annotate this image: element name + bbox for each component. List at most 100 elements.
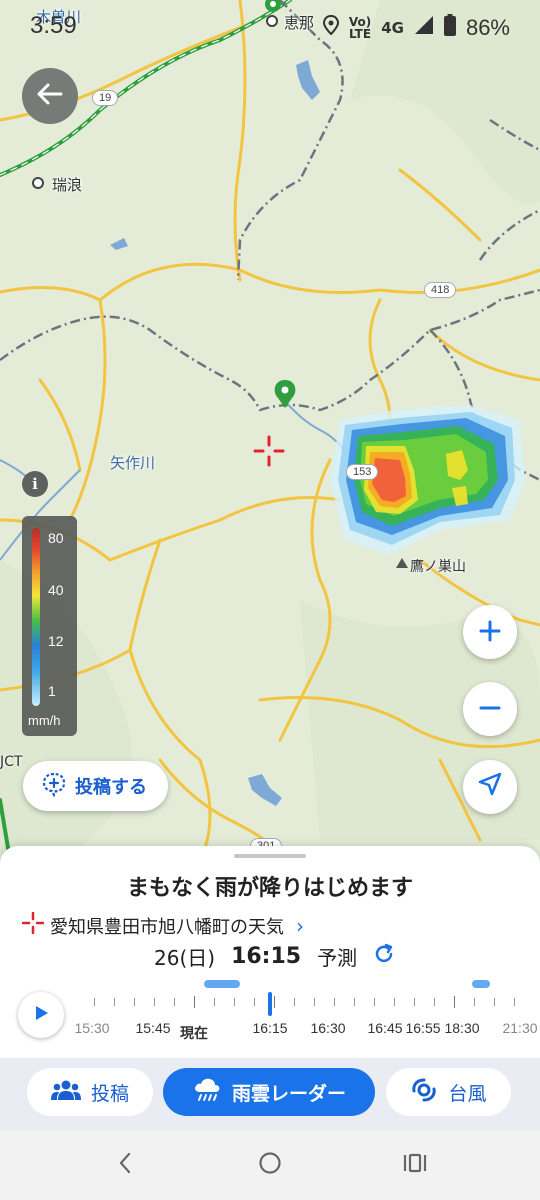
forecast-headline: まもなく雨が降りはじめます (126, 876, 413, 901)
forecast-time: 16:15 (231, 944, 302, 969)
location-name: 愛知県豊田市旭八幡町の天気 (50, 916, 284, 938)
legend-unit: mm/h (28, 713, 61, 728)
post-button[interactable]: 投稿する (23, 761, 168, 811)
rain-cloud-icon (192, 1077, 222, 1108)
timeline-tick (134, 998, 135, 1006)
signal-icon (414, 15, 434, 40)
timeline-tick (374, 998, 375, 1006)
timeline-tick (494, 998, 495, 1006)
speech-bubble-plus-icon (41, 771, 67, 801)
timeline-label: 18:30 (444, 1020, 480, 1036)
timeline-tick (414, 998, 415, 1006)
minus-icon (479, 692, 501, 727)
status-time: 3:59 (30, 12, 77, 39)
volte-icon: Vo) LTE (349, 16, 371, 40)
battery-percent: 86% (465, 14, 510, 40)
timeline-label: 現在 (180, 1025, 208, 1041)
timeline-tick (214, 998, 215, 1006)
legend-tick-40: 40 (48, 582, 64, 598)
recents-icon (402, 1152, 428, 1178)
zoom-in-button[interactable] (463, 605, 517, 659)
timeline-cursor[interactable] (268, 992, 272, 1016)
nav-recents-button[interactable] (398, 1150, 432, 1180)
back-button[interactable] (22, 68, 78, 124)
tab-rain-radar-label: 雨雲レーダー (231, 1082, 346, 1105)
timeline-tick (154, 998, 155, 1006)
bottom-tabs: 投稿 雨雲レーダー 台風 (0, 1058, 540, 1130)
map-label-jct: JCT (0, 754, 23, 770)
battery-icon (443, 14, 456, 41)
timeline-tick (474, 998, 475, 1006)
timeline-tick (94, 998, 95, 1006)
forecast-date: 26(日) (154, 946, 216, 970)
navigation-arrow-icon (477, 770, 503, 805)
timeline-label: 15:45 (135, 1020, 171, 1036)
timeline-tick (274, 996, 275, 1008)
refresh-icon[interactable] (373, 943, 395, 970)
sheet-drag-handle[interactable] (234, 854, 306, 858)
nav-back-button[interactable] (110, 1150, 140, 1180)
timeline-label: 16:15 (252, 1020, 288, 1036)
forecast-mode: 予測 (317, 946, 358, 970)
arrow-left-icon (36, 80, 64, 112)
timeline-tick (254, 998, 255, 1006)
typhoon-icon (410, 1076, 438, 1109)
road-shield-418: 418 (424, 282, 457, 298)
timeline-tick (394, 998, 395, 1006)
legend-color-bar (32, 528, 40, 706)
timeline-tick (334, 998, 335, 1006)
timeline-label: 15:30 (74, 1020, 110, 1036)
chevron-left-icon (118, 1152, 132, 1178)
crosshair-small-icon (21, 911, 45, 939)
road-shield-19: 19 (92, 90, 119, 106)
tab-rain-radar[interactable]: 雨雲レーダー (163, 1068, 375, 1116)
tab-typhoon-label: 台風 (448, 1082, 487, 1105)
rain-legend: 80 40 12 1 mm/h (22, 516, 77, 736)
road-shield-153: 153 (346, 464, 379, 480)
legend-tick-1: 1 (48, 683, 56, 699)
legend-info-icon[interactable]: i (22, 471, 48, 497)
town-marker-icon (32, 177, 44, 189)
location-weather-link[interactable]: 愛知県豊田市旭八幡町の天気 › (21, 911, 304, 939)
forecast-sheet: まもなく雨が降りはじめます 愛知県豊田市旭八幡町の天気 › 26(日) 16:1… (0, 846, 540, 1058)
chevron-right-icon: › (296, 913, 304, 938)
timeline-tick (194, 996, 195, 1008)
timeline-tick (294, 998, 295, 1006)
tab-typhoon[interactable]: 台風 (386, 1068, 511, 1116)
play-icon (32, 1004, 50, 1026)
current-location-button[interactable] (463, 760, 517, 814)
home-circle-icon (258, 1151, 282, 1179)
map-label-mountain: 鷹ノ巣山 (410, 559, 466, 575)
timeline-tick (354, 998, 355, 1006)
timeline-label: 21:30 (502, 1020, 538, 1036)
time-slider[interactable]: 15:30 15:45 現在 16:15 16:30 16:45 16:55 18:30 21:… (74, 980, 540, 1050)
timeline-range-marker (204, 980, 240, 988)
system-nav-bar (0, 1130, 540, 1200)
volte-top-text: Vo) (348, 14, 372, 29)
timeline-label: 16:45 (367, 1020, 403, 1036)
people-icon (50, 1079, 81, 1106)
map-label-yahagi-river: 矢作川 (110, 454, 156, 472)
timeline-tick (514, 998, 515, 1006)
plus-icon (479, 615, 501, 650)
timeline-tick (234, 998, 235, 1006)
timeline-tick (314, 998, 315, 1006)
timeline-tick (114, 998, 115, 1006)
zoom-out-button[interactable] (463, 682, 517, 736)
status-bar: 3:59 Vo) LTE 4G 86% (0, 0, 540, 54)
play-button[interactable] (18, 992, 64, 1038)
forecast-time-row: 26(日) 16:15 予測 (154, 942, 395, 971)
legend-tick-80: 80 (48, 530, 64, 546)
timeline-label: 16:30 (310, 1020, 346, 1036)
timeline-label: 16:55 (405, 1020, 441, 1036)
timeline-tick (174, 998, 175, 1006)
timeline-tick (454, 996, 455, 1008)
post-button-label: 投稿する (75, 777, 147, 798)
map-label-mizunami: 瑞浪 (52, 176, 83, 194)
timeline-tick (434, 998, 435, 1006)
legend-tick-12: 12 (48, 633, 64, 649)
volte-bottom-text: LTE (349, 26, 372, 41)
nav-home-button[interactable] (255, 1150, 285, 1180)
tab-posts[interactable]: 投稿 (27, 1068, 153, 1116)
network-type: 4G (381, 18, 404, 37)
